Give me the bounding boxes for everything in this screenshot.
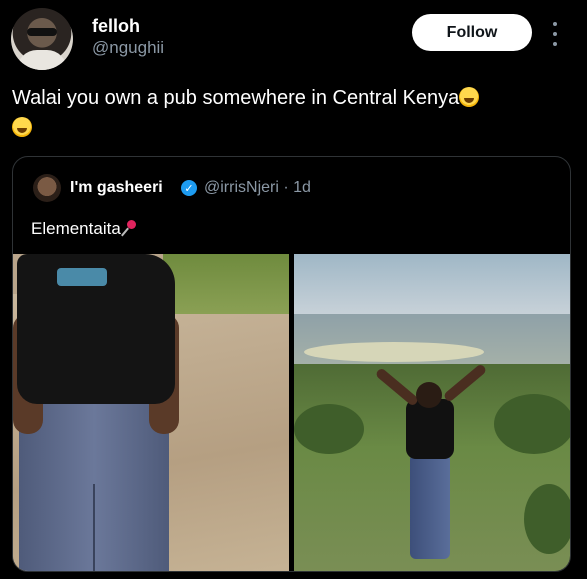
avatar-shirt (17, 50, 67, 70)
lake-reflection (304, 342, 484, 362)
tweet-text: Walai you own a pub somewhere in Central… (12, 86, 480, 110)
dot (553, 42, 557, 46)
sky (294, 254, 570, 314)
photo-woman-on-dirt-road[interactable] (13, 254, 289, 571)
bush (494, 394, 570, 454)
quoted-author-avatar[interactable] (33, 174, 61, 202)
bush (294, 404, 364, 454)
photo-woman-at-viewpoint[interactable] (294, 254, 570, 571)
laughing-emoji-icon (459, 87, 480, 107)
avatar-sunglasses (27, 28, 57, 36)
follow-button[interactable]: Follow (412, 14, 532, 51)
more-options-icon[interactable] (549, 22, 561, 46)
pin-icon (121, 220, 137, 236)
quoted-tweet-text: Elementaita (31, 219, 137, 239)
person-body (406, 399, 454, 459)
quoted-author-handle-time[interactable]: @irrisNjeri · 1d (204, 179, 311, 197)
person-head (416, 382, 442, 408)
author-avatar[interactable] (11, 8, 73, 70)
quoted-author-name[interactable]: I'm gasheeri (70, 179, 163, 197)
jeans-seam (93, 484, 95, 571)
dot (553, 32, 557, 36)
tweet-text-content: Walai you own a pub somewhere in Central… (12, 87, 460, 109)
verified-badge-icon: ✓ (181, 180, 197, 196)
author-display-name[interactable]: felloh (92, 16, 140, 37)
grass-patch (163, 254, 289, 314)
rolling-laughing-emoji-icon (12, 117, 32, 137)
dot (553, 22, 557, 26)
shirt-logo (57, 268, 107, 286)
quoted-tweet-text-content: Elementaita (31, 219, 121, 238)
author-handle[interactable]: @ngughii (92, 38, 164, 58)
quoted-tweet-card[interactable]: I'm gasheeri ✓ @irrisNjeri · 1d Elementa… (12, 156, 571, 572)
bush (524, 484, 570, 554)
person-legs (410, 454, 450, 559)
